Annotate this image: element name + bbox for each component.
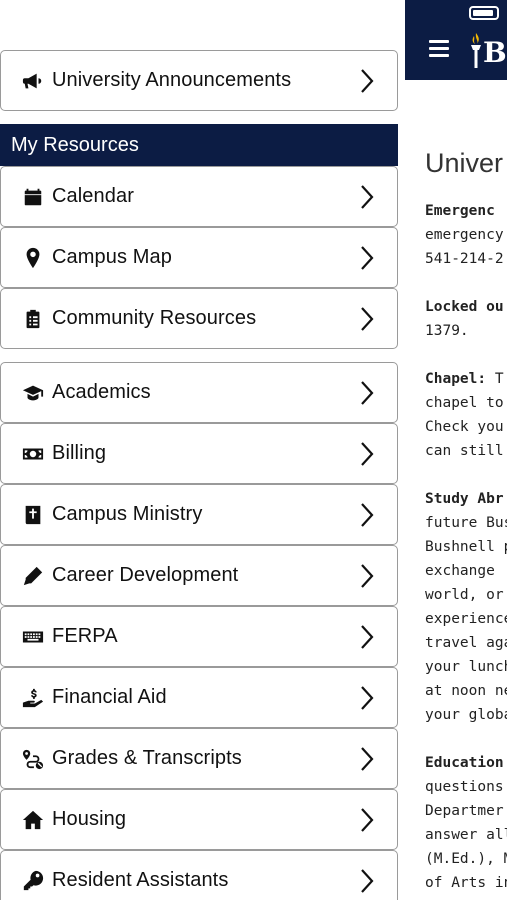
menu-item-label: Academics	[52, 381, 151, 403]
map-pin-icon	[21, 246, 45, 270]
announcement-paragraph: Education questions Departmer answer all (M.…	[425, 751, 507, 895]
chevron-right-icon	[359, 441, 375, 467]
paragraph-line: your lunch	[425, 659, 507, 675]
battery-icon	[469, 6, 499, 20]
menu-item-label: Community Resources	[52, 307, 257, 329]
chevron-right-icon	[359, 624, 375, 650]
menu-item-housing[interactable]: Housing	[0, 789, 398, 850]
announcement-paragraph: Study Abr future Bus Bushnell p exchange wor…	[425, 487, 507, 727]
menu-item-label: Resident Assistants	[52, 869, 229, 891]
menu-item-label: Financial Aid	[52, 686, 167, 708]
menu-item-label: University Announcements	[52, 69, 292, 91]
menu-item-university-announcements[interactable]: University Announcements	[0, 50, 398, 111]
paragraph-line: questions	[425, 779, 504, 795]
paragraph-lead: Study Abr	[425, 491, 504, 507]
chevron-right-icon	[359, 746, 375, 772]
paragraph-line: experience	[425, 611, 507, 627]
hamburger-menu-icon[interactable]	[429, 40, 449, 58]
paragraph-lead: Emergenc	[425, 203, 495, 219]
paragraph-line: emergency	[425, 227, 504, 243]
paragraph-line: your globa	[425, 707, 507, 723]
paragraph-line: answer all	[425, 827, 507, 843]
menu-item-label: Housing	[52, 808, 127, 830]
page-title: Univer	[425, 148, 504, 178]
key-icon	[21, 869, 45, 893]
menu-item-label: Career Development	[52, 564, 239, 586]
logo-letter: B	[483, 36, 507, 69]
paragraph-line: of Arts in S	[425, 875, 507, 891]
paragraph-line: exchange	[425, 563, 495, 579]
menu-item-billing[interactable]: Billing	[0, 423, 398, 484]
chevron-right-icon	[359, 685, 375, 711]
chevron-right-icon	[359, 68, 375, 94]
paragraph-line: can still re	[425, 443, 507, 459]
menu-item-career-development[interactable]: Career Development	[0, 545, 398, 606]
paragraph-lead: Education	[425, 755, 504, 771]
university-logo: B	[469, 28, 507, 78]
paragraph-line: chapel to p	[425, 395, 507, 411]
menu-item-label: Calendar	[52, 185, 134, 207]
chevron-right-icon	[359, 245, 375, 271]
home-icon	[21, 808, 45, 832]
menu-item-community-resources[interactable]: Community Resources	[0, 288, 398, 349]
menu-item-calendar[interactable]: Calendar	[0, 166, 398, 227]
chevron-right-icon	[359, 184, 375, 210]
paragraph-line: 541-214-2	[425, 251, 504, 267]
chevron-right-icon	[359, 807, 375, 833]
bible-icon	[21, 503, 45, 527]
menu-item-campus-ministry[interactable]: Campus Ministry	[0, 484, 398, 545]
menu-item-academics[interactable]: Academics	[0, 362, 398, 423]
keyboard-icon	[21, 625, 45, 649]
paragraph-lead: Locked ou	[425, 299, 504, 315]
menu-item-label: Billing	[52, 442, 107, 464]
chevron-right-icon	[359, 563, 375, 589]
paragraph-line: at noon ne	[425, 683, 507, 699]
megaphone-icon	[21, 69, 45, 93]
paragraph-lead-rest: T	[486, 371, 504, 387]
menu-item-financial-aid[interactable]: Financial Aid	[0, 667, 398, 728]
chevron-right-icon	[359, 306, 375, 332]
chevron-right-icon	[359, 380, 375, 406]
section-header-my-resources: My Resources	[0, 124, 398, 166]
menu-item-label: Campus Ministry	[52, 503, 203, 525]
menu-item-campus-map[interactable]: Campus Map	[0, 227, 398, 288]
menu-item-resident-assistants[interactable]: Resident Assistants	[0, 850, 398, 900]
paragraph-line: world, or h	[425, 587, 507, 603]
announcements-content: Univer Emergenc emergency 541-214-2 Locked …	[425, 148, 507, 900]
paragraph-line: Check you	[425, 419, 504, 435]
paragraph-line: (M.Ed.), M	[425, 851, 507, 867]
paragraph-line: travel agai	[425, 635, 507, 651]
announcement-paragraph: Chapel: Tchapel to p Check you can still r…	[425, 367, 507, 463]
paragraph-lead: Chapel:	[425, 371, 487, 387]
pen-icon	[21, 564, 45, 588]
app-header: B	[405, 0, 507, 80]
money-bill-icon	[21, 442, 45, 466]
menu-item-label: FERPA	[52, 625, 118, 647]
paragraph-line: Departmer	[425, 803, 504, 819]
menu-item-ferpa[interactable]: FERPA	[0, 606, 398, 667]
calendar-icon	[21, 185, 45, 209]
side-menu: University Announcements My Resources Ca…	[0, 0, 400, 900]
chevron-right-icon	[359, 868, 375, 894]
route-icon	[21, 747, 45, 771]
hand-dollar-icon	[21, 686, 45, 710]
menu-item-grades-transcripts[interactable]: Grades & Transcripts	[0, 728, 398, 789]
torch-icon	[471, 33, 481, 68]
clipboard-list-icon	[21, 307, 45, 331]
menu-item-label: Grades & Transcripts	[52, 747, 242, 769]
background-app: B Univer Emergenc emergency 541-214-2 Locke…	[405, 0, 507, 900]
chevron-right-icon	[359, 502, 375, 528]
announcement-paragraph: Emergenc emergency 541-214-2	[425, 199, 507, 271]
paragraph-line: 1379.	[425, 323, 469, 339]
menu-item-label: Campus Map	[52, 246, 172, 268]
paragraph-line: Bushnell p	[425, 539, 507, 555]
announcement-paragraph: Locked ou 1379.	[425, 295, 507, 343]
paragraph-line: future Bus	[425, 515, 507, 531]
graduation-cap-icon	[21, 381, 45, 405]
